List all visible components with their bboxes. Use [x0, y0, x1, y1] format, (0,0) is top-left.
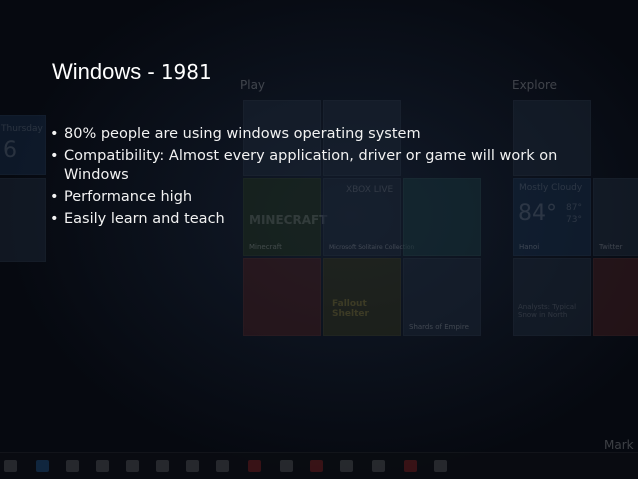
title-separator: -	[141, 59, 161, 84]
slide-title: Windows - 1981	[52, 59, 212, 85]
title-year: 1981	[160, 60, 212, 84]
bullet-item: Easily learn and teach	[50, 210, 595, 229]
bullet-item: Compatibility: Almost every application,…	[50, 147, 595, 185]
bullet-item: Performance high	[50, 188, 595, 207]
title-text: Windows	[52, 59, 142, 84]
bullet-item: 80% people are using windows operating s…	[50, 125, 595, 144]
slide-content: Windows - 1981 80% people are using wind…	[0, 0, 638, 479]
bullet-list: 80% people are using windows operating s…	[50, 125, 595, 232]
